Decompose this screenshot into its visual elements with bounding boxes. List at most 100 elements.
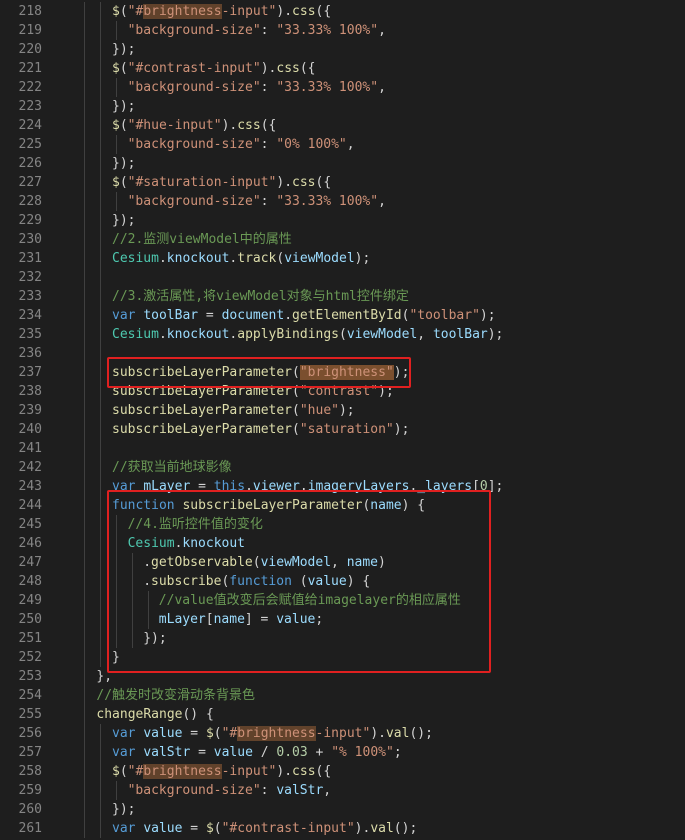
indent-guide xyxy=(100,496,101,515)
code-token: ]; xyxy=(487,479,504,494)
code-token: brightness xyxy=(143,4,222,19)
code-line: 250 mLayer[name] = value; xyxy=(0,610,685,629)
line-number: 232 xyxy=(18,270,42,285)
code-token: $ xyxy=(112,764,120,779)
indent-guide xyxy=(100,59,101,78)
code-token: ). xyxy=(221,118,238,133)
indent-guide xyxy=(100,401,101,420)
code-text: var mLayer = this.viewer.imageryLayers._… xyxy=(112,477,503,496)
indent-guide xyxy=(84,363,85,382)
code-token: ({ xyxy=(315,764,332,779)
code-token: value xyxy=(276,612,316,627)
indent-guide xyxy=(84,819,85,838)
code-text: Cesium.knockout xyxy=(128,534,245,553)
code-token: ; xyxy=(393,745,402,760)
indent-guide xyxy=(84,477,85,496)
code-token: ). xyxy=(276,4,293,19)
code-line: 257 var valStr = value / 0.03 + "% 100%"; xyxy=(0,743,685,762)
line-number: 219 xyxy=(18,23,42,38)
indent-guide xyxy=(100,363,101,382)
code-token: . xyxy=(143,574,152,589)
indent-guide xyxy=(84,78,85,97)
code-token: $ xyxy=(112,118,120,133)
line-number: 231 xyxy=(18,251,42,266)
code-token: value xyxy=(213,745,253,760)
code-line: 232 xyxy=(0,268,685,287)
code-line: 241 xyxy=(0,439,685,458)
code-text: subscribeLayerParameter("contrast"); xyxy=(112,382,394,401)
code-token: ( xyxy=(119,118,128,133)
line-number: 223 xyxy=(18,99,42,114)
code-token: this xyxy=(213,479,246,494)
code-token: () { xyxy=(182,707,214,722)
code-token: subscribe xyxy=(151,574,222,589)
indent-guide xyxy=(84,268,85,287)
indent-guide xyxy=(100,2,101,21)
code-token: , xyxy=(378,80,386,95)
code-editor[interactable]: 218 $("#brightness-input").css({ 219 "backg… xyxy=(0,0,685,840)
code-text: subscribeLayerParameter("saturation"); xyxy=(112,420,409,439)
code-token: ). xyxy=(370,726,386,741)
code-token: (); xyxy=(393,821,418,836)
indent-guide xyxy=(84,59,85,78)
code-token: viewModel xyxy=(284,251,355,266)
indent-guide xyxy=(100,420,101,439)
code-token: + xyxy=(307,745,332,760)
indent-guide xyxy=(100,515,101,534)
code-token: }); xyxy=(112,99,136,114)
indent-guide xyxy=(148,591,149,610)
code-token: ) xyxy=(378,555,386,570)
code-line: 226}); xyxy=(0,154,685,173)
indent-guide xyxy=(100,382,101,401)
code-line: 218 $("#brightness-input").css({ xyxy=(0,2,685,21)
indent-guide xyxy=(100,211,101,230)
code-text: //2.监测viewModel中的属性 xyxy=(112,230,292,249)
indent-guide xyxy=(100,743,101,762)
line-number: 224 xyxy=(18,118,42,133)
indent-guide xyxy=(100,344,101,363)
code-token: $ xyxy=(112,61,120,76)
code-token: //4.监听控件值的变化 xyxy=(127,517,263,532)
indent-guide xyxy=(100,97,101,116)
indent-guide xyxy=(84,686,85,705)
line-number: 253 xyxy=(18,669,42,684)
code-text: $("#contrast-input").css({ xyxy=(112,59,316,78)
code-text: changeRange() { xyxy=(96,705,213,724)
code-token: [ xyxy=(205,612,214,627)
code-line: 227 $("#saturation-input").css({ xyxy=(0,173,685,192)
code-token: name xyxy=(346,555,379,570)
code-token: changeRange xyxy=(96,707,183,722)
indent-guide xyxy=(100,21,101,40)
code-token: ( xyxy=(339,327,347,342)
line-number: 235 xyxy=(18,327,42,342)
code-line: 239 subscribeLayerParameter("hue"); xyxy=(0,401,685,420)
line-number: 242 xyxy=(18,460,42,475)
indent-guide xyxy=(84,173,85,192)
indent-guide xyxy=(84,211,85,230)
code-token: var xyxy=(112,745,144,760)
code-text: //value值改变后会赋值给imagelayer的相应属性 xyxy=(159,591,461,610)
code-token: : xyxy=(260,80,277,95)
code-token: css xyxy=(292,4,316,19)
code-token: brightness xyxy=(143,764,222,779)
code-token: var xyxy=(112,726,144,741)
code-token: value xyxy=(143,821,183,836)
line-number: 226 xyxy=(18,156,42,171)
code-token: "#contrast-input" xyxy=(127,61,261,76)
code-token: "background-size" xyxy=(127,194,261,209)
code-token: imageryLayers xyxy=(307,479,410,494)
indent-guide xyxy=(84,534,85,553)
indent-guide xyxy=(116,591,117,610)
indent-guide xyxy=(100,534,101,553)
code-token: "#contrast-input" xyxy=(221,821,355,836)
line-number: 227 xyxy=(18,175,42,190)
code-token: . xyxy=(245,479,253,494)
line-number: 230 xyxy=(18,232,42,247)
code-token: ({ xyxy=(315,4,332,19)
code-text: //触发时改变滑动条背景色 xyxy=(96,686,255,705)
code-token: _layers xyxy=(417,479,473,494)
code-text: }); xyxy=(112,211,135,230)
indent-guide xyxy=(100,819,101,838)
indent-guide xyxy=(100,268,101,287)
indent-guide xyxy=(84,21,85,40)
